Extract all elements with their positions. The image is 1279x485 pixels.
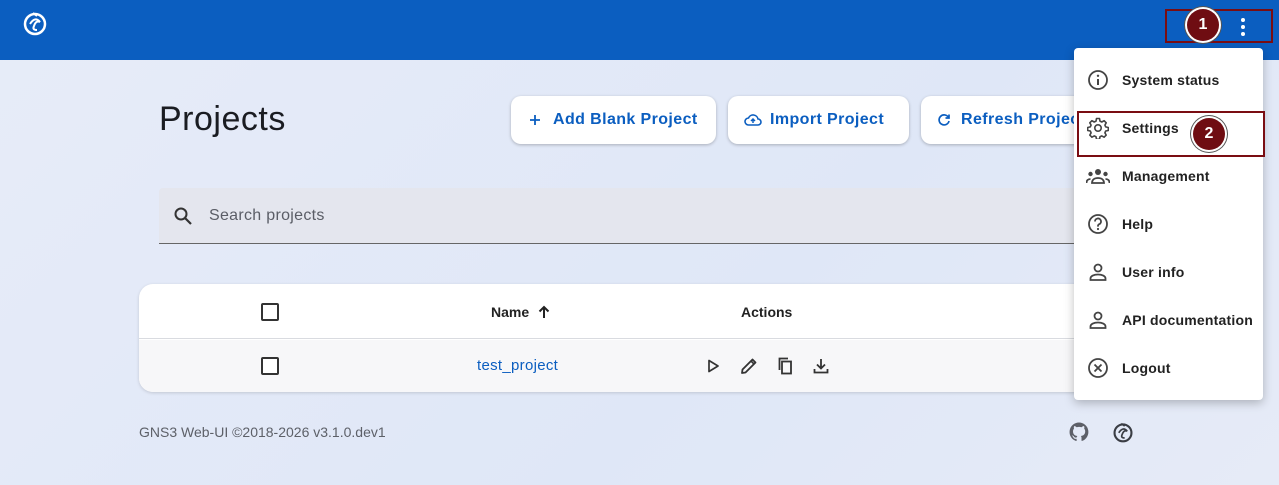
refresh-projects-button[interactable]: Refresh Projects [921,96,1081,144]
page-title: Projects [159,100,286,138]
select-all-checkbox[interactable] [261,303,279,321]
refresh-icon [937,113,951,127]
menu-item-help[interactable]: Help [1074,200,1263,248]
step-marker-1: 1 [1187,9,1219,41]
project-link[interactable]: test_project [477,357,558,374]
column-name-label: Name [491,304,530,320]
highlight-box-2 [1077,111,1265,157]
menu-item-label: Help [1122,216,1154,232]
search-input[interactable] [209,202,809,230]
gns3-logo-icon[interactable] [1112,421,1134,443]
person-icon [1086,308,1110,332]
import-project-label: Import Project [770,111,885,128]
download-icon[interactable] [809,354,833,378]
copy-icon[interactable] [773,354,797,378]
menu-item-label: System status [1122,72,1220,88]
row-checkbox[interactable] [261,357,279,375]
projects-table: Name Actions test_project [139,284,1099,392]
column-header-actions: Actions [741,304,793,320]
cloud-upload-icon [744,113,762,127]
menu-item-label: Management [1122,168,1210,184]
menu-item-user-info[interactable]: User info [1074,248,1263,296]
column-header-name[interactable]: Name [491,304,551,322]
arrow-up-icon [537,305,551,322]
menu-item-management[interactable]: Management [1074,152,1263,200]
menu-item-label: API documentation [1122,312,1253,328]
menu-item-label: Logout [1122,360,1171,376]
search-icon [173,206,193,231]
menu-item-api-documentation[interactable]: API documentation [1074,296,1263,344]
table-header: Name Actions [139,284,1099,339]
search-field [159,188,1099,244]
user-menu: System status Settings Management Help U… [1074,48,1263,400]
groups-icon [1086,164,1110,188]
import-project-button[interactable]: Import Project [728,96,909,144]
refresh-projects-label: Refresh Projects [961,111,1081,128]
edit-icon[interactable] [737,354,761,378]
plus-icon [529,114,541,126]
highlight-box-1 [1165,9,1273,43]
person-icon [1086,260,1110,284]
gns3-logo-icon[interactable] [22,10,48,36]
footer-copyright: GNS3 Web-UI ©2018-2026 v3.1.0.dev1 [139,424,386,440]
info-icon [1086,68,1110,92]
add-blank-project-label: Add Blank Project [553,111,698,128]
play-icon[interactable] [701,354,725,378]
step-marker-2: 2 [1193,118,1225,150]
table-row: test_project [139,340,1099,392]
cancel-icon [1086,356,1110,380]
menu-item-label: User info [1122,264,1185,280]
add-blank-project-button[interactable]: Add Blank Project [511,96,716,144]
github-icon[interactable] [1068,421,1090,443]
help-icon [1086,212,1110,236]
menu-item-logout[interactable]: Logout [1074,344,1263,392]
menu-item-system-status[interactable]: System status [1074,56,1263,104]
